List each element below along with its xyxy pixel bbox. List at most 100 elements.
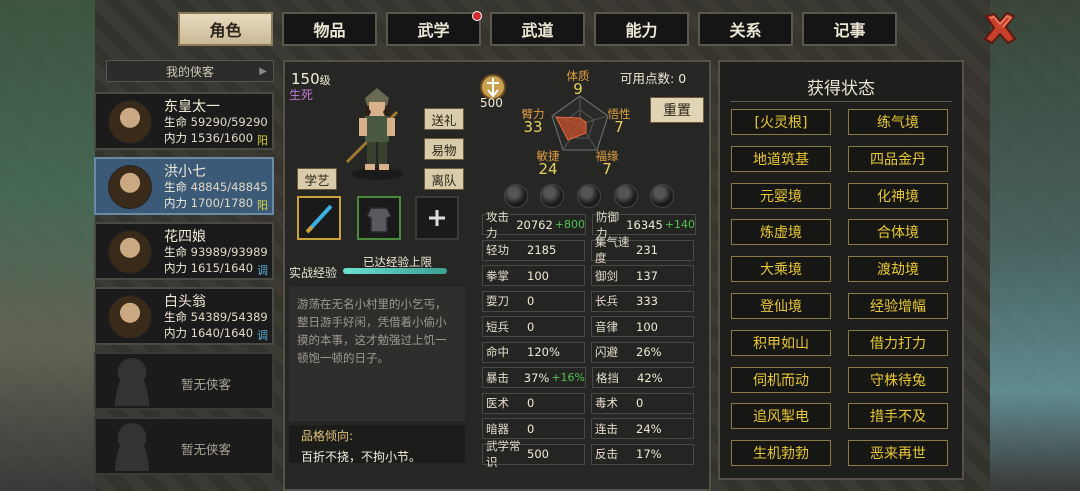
status-item[interactable]: 生机勃勃 bbox=[731, 440, 831, 467]
character-card-selected[interactable]: 洪小七 生命 48845/48845 内力 1700/1780 阳 bbox=[94, 157, 274, 215]
yin-yang-tag: 调 bbox=[257, 264, 268, 277]
stat-key: 耍刀 bbox=[486, 294, 509, 308]
yin-yang-tag: 阳 bbox=[257, 134, 268, 147]
tab-martial-way[interactable]: 武道 bbox=[490, 12, 585, 46]
stat-value: 500 bbox=[527, 447, 549, 461]
stat-bonus: +140 bbox=[664, 218, 695, 231]
stat-cell: 命中 120% bbox=[482, 341, 585, 363]
status-item[interactable]: 追风掣电 bbox=[731, 403, 831, 430]
status-item[interactable]: 四品金丹 bbox=[848, 145, 948, 172]
scene-left bbox=[0, 0, 95, 491]
leave-party-button[interactable]: 离队 bbox=[424, 168, 464, 190]
yin-yang-tag: 阳 bbox=[257, 199, 268, 212]
status-item[interactable]: 经验增幅 bbox=[848, 293, 948, 319]
stat-value: 37% bbox=[523, 370, 550, 385]
trade-button[interactable]: 易物 bbox=[424, 138, 464, 160]
radar-value-agility: 24 bbox=[538, 160, 558, 178]
stat-row: 武学常识 500 反击 17% bbox=[482, 439, 700, 469]
status-item[interactable]: 化神境 bbox=[848, 182, 948, 209]
character-card[interactable]: 东皇太一 生命 59290/59290 内力 1536/1600 阳 bbox=[94, 92, 274, 150]
stat-cell: 连击 24% bbox=[591, 418, 694, 439]
empty-slot[interactable]: 暂无侠客 bbox=[94, 417, 274, 475]
silhouette-icon bbox=[110, 358, 154, 406]
list-header: 我的侠客 ▶ bbox=[106, 60, 274, 82]
stat-value: 100 bbox=[527, 268, 549, 283]
stat-row: 轻功 2185 集气速度 231 bbox=[482, 235, 700, 265]
tab-martial-arts[interactable]: 武学 bbox=[386, 11, 482, 46]
stat-cell: 防御力 16345 +140 bbox=[592, 210, 696, 240]
close-icon[interactable] bbox=[980, 8, 1020, 48]
status-item[interactable]: 登仙境 bbox=[731, 293, 831, 319]
stat-key: 暴击 bbox=[486, 370, 509, 385]
gem-slot[interactable] bbox=[614, 184, 638, 208]
stat-key: 格挡 bbox=[596, 370, 619, 385]
status-item[interactable]: 合体境 bbox=[848, 219, 948, 246]
stat-cell: 闪避 26% bbox=[591, 341, 694, 363]
status-item[interactable]: 恶来再世 bbox=[848, 440, 948, 467]
stat-value: 0 bbox=[527, 319, 535, 334]
yin-yang-tag: 调 bbox=[257, 329, 268, 342]
armor-icon bbox=[365, 207, 393, 233]
gem-slot[interactable] bbox=[577, 184, 601, 208]
sword-icon bbox=[305, 204, 333, 234]
reset-button[interactable]: 重置 bbox=[650, 97, 704, 123]
stat-bonus: +800 bbox=[554, 218, 585, 231]
stat-value: 42% bbox=[637, 370, 663, 385]
gem-slot[interactable] bbox=[650, 184, 674, 208]
empty-slot[interactable]: 暂无侠客 bbox=[94, 352, 274, 410]
stat-value: 2185 bbox=[527, 243, 557, 257]
stat-value: 120% bbox=[527, 345, 560, 359]
status-item[interactable]: 渡劫境 bbox=[848, 256, 948, 283]
tab-journal[interactable]: 记事 bbox=[802, 12, 897, 46]
character-card[interactable]: 花四娘 生命 93989/93989 内力 1615/1640 调 bbox=[94, 222, 274, 280]
stat-cell: 格挡 42% bbox=[592, 367, 694, 388]
add-equipment-button[interactable] bbox=[415, 196, 459, 240]
status-panel-title: 获得状态 bbox=[807, 79, 875, 99]
state-label: 生死 bbox=[289, 88, 314, 102]
tab-character[interactable]: 角色 bbox=[178, 12, 273, 46]
stat-value: 0 bbox=[636, 396, 644, 410]
status-item[interactable]: [火灵根] bbox=[731, 109, 831, 135]
status-item[interactable]: 炼虚境 bbox=[731, 219, 831, 246]
status-item[interactable]: 地道筑基 bbox=[731, 145, 831, 172]
stat-cell: 暗器 0 bbox=[482, 418, 585, 439]
status-item[interactable]: 积甲如山 bbox=[731, 329, 831, 356]
stat-cell: 反击 17% bbox=[591, 443, 694, 465]
gift-button[interactable]: 送礼 bbox=[424, 108, 464, 130]
avatar bbox=[108, 230, 152, 274]
plus-icon bbox=[429, 210, 445, 226]
status-item[interactable]: 借力打力 bbox=[848, 329, 948, 356]
status-item[interactable]: 伺机而动 bbox=[731, 366, 831, 393]
available-points: 可用点数: 0 bbox=[620, 71, 687, 86]
status-item[interactable]: 元婴境 bbox=[731, 182, 831, 209]
stat-value: 333 bbox=[636, 294, 658, 308]
stat-cell: 轻功 2185 bbox=[482, 239, 585, 261]
learn-skill-button[interactable]: 学艺 bbox=[297, 168, 337, 190]
gem-slot[interactable] bbox=[504, 184, 528, 208]
stat-value: 0 bbox=[527, 396, 535, 410]
gem-slot[interactable] bbox=[540, 184, 564, 208]
radar-value-strength: 33 bbox=[523, 118, 543, 136]
status-item[interactable]: 大乘境 bbox=[731, 256, 831, 283]
radar-value-constitution: 9 bbox=[573, 80, 583, 98]
status-item[interactable]: 守株待兔 bbox=[848, 366, 948, 393]
armor-slot[interactable] bbox=[357, 196, 401, 240]
tab-relations[interactable]: 关系 bbox=[698, 12, 793, 46]
status-item[interactable]: 练气境 bbox=[848, 109, 948, 135]
stat-cell: 攻击力 20762 +800 bbox=[482, 210, 586, 240]
stat-value: 0 bbox=[527, 421, 535, 436]
weapon-slot[interactable] bbox=[297, 196, 341, 240]
tab-items[interactable]: 物品 bbox=[282, 12, 377, 46]
stat-key: 攻击力 bbox=[486, 209, 509, 240]
stat-row: 暗器 0 连击 24% bbox=[482, 418, 700, 439]
stat-value: 20762 bbox=[516, 217, 553, 232]
tab-abilities[interactable]: 能力 bbox=[594, 12, 689, 46]
notification-badge bbox=[472, 11, 482, 21]
exp-bar-fill bbox=[343, 268, 447, 274]
scene-right bbox=[990, 0, 1080, 491]
character-card[interactable]: 白头翁 生命 54389/54389 内力 1640/1640 调 bbox=[94, 287, 274, 345]
status-item[interactable]: 措手不及 bbox=[848, 403, 948, 430]
avatar bbox=[108, 100, 152, 144]
attribute-points-value: 500 bbox=[480, 96, 503, 110]
tab-bar: 角色 物品 武学 武道 能力 关系 记事 bbox=[178, 11, 897, 46]
